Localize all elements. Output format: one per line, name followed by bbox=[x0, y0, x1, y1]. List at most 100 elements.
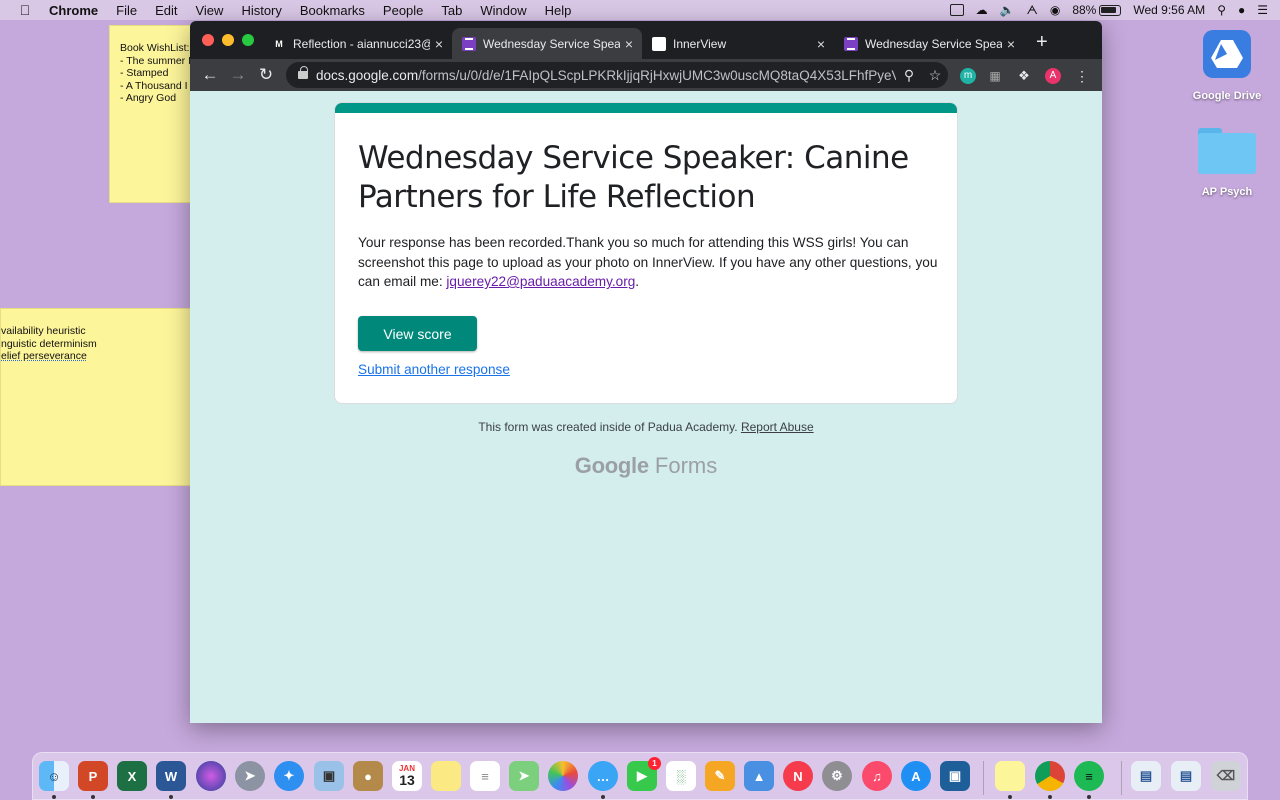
submit-another-response-link[interactable]: Submit another response bbox=[358, 362, 510, 377]
clock[interactable]: Wed 9:56 AM bbox=[1133, 3, 1205, 17]
menu-people[interactable]: People bbox=[383, 3, 423, 18]
preview-icon[interactable]: ▣ bbox=[314, 761, 344, 791]
contacts-icon[interactable]: ● bbox=[353, 761, 383, 791]
tab-wednesday-service[interactable]: Wednesday Service Speak × bbox=[834, 28, 1024, 59]
sticky-note-book-wishlist[interactable]: Book WishList: - The summer I- Stamped - A… bbox=[109, 25, 199, 203]
siri-icon[interactable] bbox=[196, 761, 226, 791]
notes-icon[interactable] bbox=[431, 761, 461, 791]
finder-icon[interactable]: ☺ bbox=[39, 761, 69, 791]
pages-icon[interactable]: ✎ bbox=[705, 761, 735, 791]
close-icon[interactable]: × bbox=[430, 36, 448, 52]
bluetooth-icon[interactable]: ᗅ bbox=[1027, 3, 1038, 18]
news-icon[interactable]: N bbox=[783, 761, 813, 791]
desktop-icon-google-drive[interactable]: Google Drive bbox=[1182, 30, 1272, 102]
browser-menu-icon[interactable]: ⋮ bbox=[1074, 68, 1090, 84]
messages-icon[interactable]: … bbox=[588, 761, 618, 791]
word-icon[interactable]: W bbox=[156, 761, 186, 791]
wifi-icon[interactable]: ◉ bbox=[1050, 3, 1060, 17]
google-forms-logo[interactable]: Google Forms bbox=[190, 453, 1102, 479]
menu-history[interactable]: History bbox=[241, 3, 281, 18]
minimize-window-button[interactable] bbox=[222, 34, 234, 46]
close-icon[interactable]: × bbox=[812, 36, 830, 52]
app-store-icon[interactable]: A bbox=[901, 761, 931, 791]
document-thumbnail-icon[interactable]: ▤ bbox=[1171, 761, 1201, 791]
forward-icon[interactable]: → bbox=[224, 65, 252, 85]
form-footer: This form was created inside of Padua Ac… bbox=[190, 420, 1102, 434]
desktop-icon-ap-psych[interactable]: AP Psych bbox=[1182, 128, 1272, 198]
menu-file[interactable]: File bbox=[116, 3, 137, 18]
profile-avatar[interactable]: A bbox=[1045, 68, 1061, 84]
extension-grid-icon[interactable]: ▦ bbox=[987, 68, 1003, 84]
lock-icon[interactable] bbox=[298, 66, 308, 80]
powerpoint-icon[interactable]: P bbox=[78, 761, 108, 791]
creative-cloud-icon[interactable]: ☁ bbox=[976, 3, 988, 17]
zoom-window-button[interactable] bbox=[242, 34, 254, 46]
menu-edit[interactable]: Edit bbox=[155, 3, 177, 18]
tab-innerview[interactable]: ◆ InnerView × bbox=[642, 28, 834, 59]
apple-icon[interactable]:  bbox=[17, 2, 33, 18]
email-link[interactable]: jquerey22@paduaacademy.org bbox=[446, 274, 635, 289]
menu-bookmarks[interactable]: Bookmarks bbox=[300, 3, 365, 18]
address-bar[interactable]: docs.google.com/forms/u/0/d/e/1FAIpQLScp… bbox=[286, 62, 948, 88]
maps-icon[interactable]: ➤ bbox=[509, 761, 539, 791]
siri-icon[interactable]: ● bbox=[1238, 3, 1245, 17]
extension-m-icon[interactable]: m bbox=[960, 68, 976, 84]
chrome-icon[interactable] bbox=[1035, 761, 1065, 791]
excel-icon[interactable]: X bbox=[117, 761, 147, 791]
close-window-button[interactable] bbox=[202, 34, 214, 46]
music-icon[interactable]: ♫ bbox=[862, 761, 892, 791]
launchpad-icon[interactable]: ➤ bbox=[235, 761, 265, 791]
sticky-line: vailability heuristic bbox=[1, 325, 86, 337]
notification-center-icon[interactable]: ☰ bbox=[1257, 3, 1268, 17]
desktop-app-icon[interactable]: ▣ bbox=[940, 761, 970, 791]
spotlight-icon[interactable]: ⚲ bbox=[1217, 3, 1226, 17]
status-area: ☁ 🔈 ᗅ ◉ 88% Wed 9:56 AM ⚲ ● ☰ bbox=[949, 0, 1280, 20]
google-wordmark: Google bbox=[574, 453, 649, 478]
screen-capture-icon[interactable] bbox=[949, 4, 964, 16]
back-icon[interactable]: ← bbox=[196, 65, 224, 85]
url-host: docs.google.com bbox=[316, 67, 419, 83]
close-icon[interactable]: × bbox=[620, 36, 638, 52]
safari-icon[interactable]: ✦ bbox=[274, 761, 304, 791]
innerview-icon: ◆ bbox=[652, 36, 666, 51]
spotify-icon[interactable]: ≡ bbox=[1074, 761, 1104, 791]
tab-title: Reflection - aiannucci23@p bbox=[293, 36, 430, 51]
volume-icon[interactable]: 🔈 bbox=[1000, 3, 1015, 17]
view-score-button[interactable]: View score bbox=[358, 316, 477, 351]
desktop-icon-label: AP Psych bbox=[1201, 186, 1253, 198]
menu-help[interactable]: Help bbox=[545, 3, 572, 18]
keynote-icon[interactable]: ▲ bbox=[744, 761, 774, 791]
browser-window: M Reflection - aiannucci23@p × Wednesday… bbox=[190, 21, 1102, 723]
confirmation-message: Your response has been recorded.Thank yo… bbox=[358, 233, 938, 292]
system-preferences-icon[interactable]: ⚙ bbox=[822, 761, 852, 791]
report-abuse-link[interactable]: Report Abuse bbox=[741, 420, 814, 434]
url-text[interactable]: docs.google.com/forms/u/0/d/e/1FAIpQLScp… bbox=[316, 68, 896, 83]
close-icon[interactable]: × bbox=[1002, 36, 1020, 52]
trash-icon[interactable]: ⌫ bbox=[1211, 761, 1241, 791]
reminders-icon[interactable]: ≡ bbox=[470, 761, 500, 791]
tab-title: InnerView bbox=[673, 36, 727, 51]
menu-window[interactable]: Window bbox=[480, 3, 526, 18]
zoom-icon[interactable]: ⚲ bbox=[896, 67, 922, 84]
calendar-icon[interactable]: JAN 13 bbox=[392, 761, 422, 791]
numbers-icon[interactable]: ░ bbox=[666, 761, 696, 791]
url-path: /forms/u/0/d/e/1FAIpQLScpLPKRkIjjqRjHxwj… bbox=[418, 67, 896, 83]
new-tab-button[interactable]: + bbox=[1036, 31, 1048, 54]
sticky-line: - Angry God bbox=[120, 92, 177, 104]
reload-icon[interactable]: ↻ bbox=[252, 65, 280, 85]
sticky-note-psych-terms[interactable]: vailability heuristic nguistic determinis… bbox=[0, 308, 199, 486]
tab-reflection-gmail[interactable]: M Reflection - aiannucci23@p × bbox=[262, 28, 452, 59]
menu-tab[interactable]: Tab bbox=[441, 3, 462, 18]
document-thumbnail-icon[interactable]: ▤ bbox=[1131, 761, 1161, 791]
facetime-icon[interactable]: ▶ 1 bbox=[627, 757, 661, 791]
stickies-icon[interactable] bbox=[995, 761, 1025, 791]
extensions-puzzle-icon[interactable]: ❖ bbox=[1016, 68, 1032, 84]
photos-icon[interactable] bbox=[548, 761, 578, 791]
bookmark-star-icon[interactable]: ☆ bbox=[922, 67, 948, 84]
menu-view[interactable]: View bbox=[195, 3, 223, 18]
dock-running-dot bbox=[1087, 795, 1091, 799]
menu-app-name[interactable]: Chrome bbox=[49, 3, 98, 18]
forms-wordmark: Forms bbox=[654, 453, 718, 478]
battery-status[interactable]: 88% bbox=[1072, 3, 1122, 17]
tab-wednesday-service-active[interactable]: Wednesday Service Speak × bbox=[452, 28, 642, 59]
